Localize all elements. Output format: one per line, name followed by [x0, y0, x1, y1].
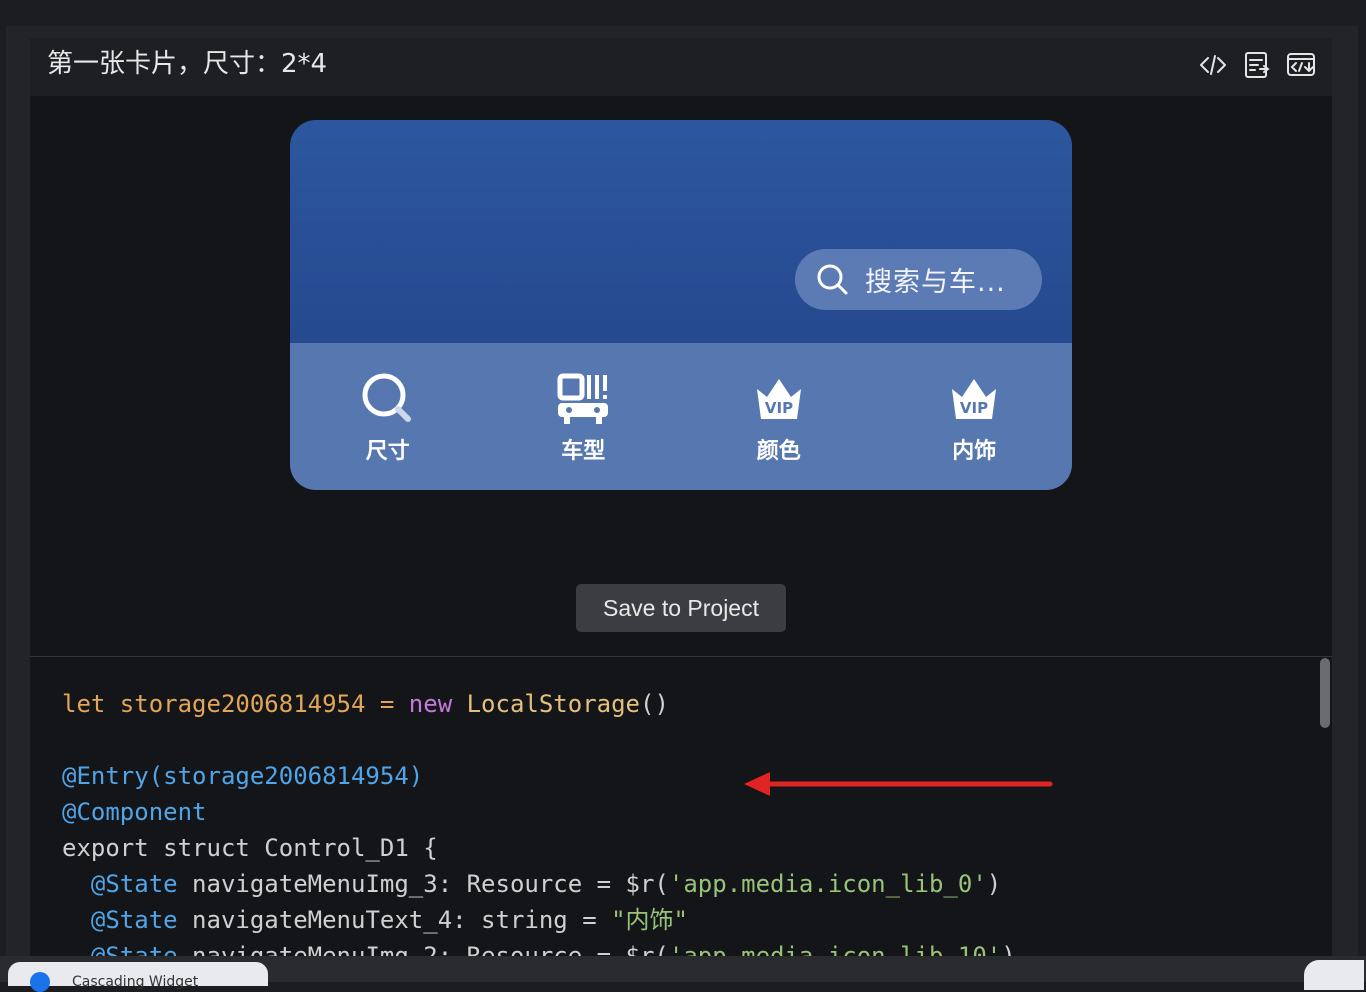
menu-label: 尺寸	[365, 439, 410, 464]
menu-item-size[interactable]: 尺寸	[290, 343, 486, 490]
menu-label: 颜色	[756, 439, 801, 464]
vip-crown-icon: VIP	[756, 379, 801, 419]
code-line: @State navigateMenuImg_3: Resource = $r(…	[90, 870, 1002, 898]
code-line-empty	[62, 722, 1016, 758]
menu-label: 内饰	[952, 439, 997, 464]
panel-header: 第一张卡片，尺寸：2*4	[30, 38, 1332, 96]
menu-item-interior[interactable]: VIP 内饰	[877, 343, 1073, 490]
vip-crown-icon: VIP	[952, 379, 997, 419]
save-to-project-button[interactable]: Save to Project	[576, 584, 786, 632]
taskbar-tab[interactable]: Cascading Widget	[8, 962, 268, 992]
scrollbar-thumb[interactable]	[1320, 658, 1330, 728]
divider	[30, 656, 1332, 657]
header-toolbar	[1198, 50, 1316, 80]
code-block: let storage2006814954 = new LocalStorage…	[62, 686, 1016, 956]
menu-item-model[interactable]: 车型	[486, 343, 682, 490]
svg-text:VIP: VIP	[960, 399, 988, 417]
search-placeholder: 搜索与车...	[865, 267, 1006, 298]
annotation-arrow-icon	[744, 772, 1053, 796]
search-icon	[817, 264, 848, 294]
menu-item-color[interactable]: VIP 颜色	[681, 343, 877, 490]
car-model-icon	[557, 373, 609, 424]
app-icon	[30, 972, 50, 992]
code-icon[interactable]	[1198, 50, 1228, 80]
preview-panel: 第一张卡片，尺寸：2*4 搜索与车... 尺寸 车型 VIP 颜色 VIP 内饰…	[30, 38, 1332, 956]
svg-text:VIP: VIP	[765, 399, 793, 417]
document-icon[interactable]	[1242, 50, 1272, 80]
panel-title: 第一张卡片，尺寸：2*4	[47, 49, 328, 79]
widget-card: 搜索与车... 尺寸 车型 VIP 颜色 VIP 内饰	[290, 120, 1072, 490]
taskbar-tab-label: Cascading Widget	[72, 974, 199, 990]
code-line: let storage2006814954 = new LocalStorage…	[62, 690, 669, 718]
code-line: export struct Control_D1 {	[62, 834, 438, 862]
code-line: @State navigateMenuText_4: string = "内饰"	[90, 906, 688, 934]
taskbar-right-tab[interactable]	[1304, 960, 1364, 990]
menu-label: 车型	[561, 439, 606, 464]
code-line: @State navigateMenuImg_2: Resource = $r(…	[90, 942, 1016, 956]
search-box[interactable]: 搜索与车...	[795, 249, 1042, 310]
code-export-icon[interactable]	[1286, 50, 1316, 80]
search-icon	[362, 373, 411, 422]
navigate-menu: 尺寸 车型 VIP 颜色 VIP 内饰	[290, 343, 1072, 490]
